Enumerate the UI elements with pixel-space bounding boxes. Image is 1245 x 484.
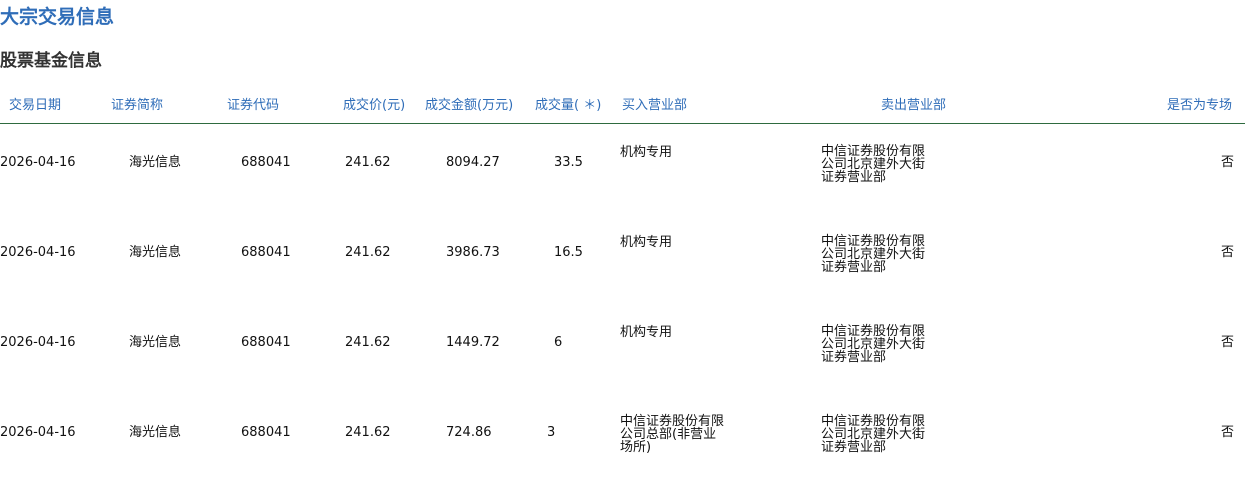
- cell-name: 海光信息: [129, 335, 182, 350]
- cell-seller: 中信证券股份有限公司北京建外大街证券营业部: [821, 414, 926, 455]
- cell-amount: 724.86: [446, 425, 492, 440]
- table-row: 2026-04-16 海光信息 688041 241.62 3986.73 16…: [0, 214, 1245, 304]
- cell-name: 海光信息: [129, 425, 182, 440]
- cell-special: 否: [1221, 245, 1235, 260]
- header-amount[interactable]: 成交金额(万元): [425, 96, 513, 116]
- cell-buyer: 中信证券股份有限公司总部(非营业场所): [620, 414, 725, 455]
- cell-code: 688041: [241, 335, 291, 350]
- cell-amount: 8094.27: [446, 155, 500, 170]
- cell-special: 否: [1221, 335, 1235, 350]
- section-title: 股票基金信息: [0, 51, 102, 71]
- cell-buyer: 机构专用: [620, 235, 673, 250]
- cell-seller: 中信证券股份有限公司北京建外大街证券营业部: [821, 144, 926, 185]
- header-trade-date[interactable]: 交易日期: [9, 96, 61, 116]
- cell-special: 否: [1221, 155, 1235, 170]
- cell-date: 2026-04-16: [0, 155, 76, 170]
- table-header: 交易日期 证券简称 证券代码 成交价(元) 成交金额(万元) 成交量( ＊) 买…: [0, 96, 1245, 124]
- cell-code: 688041: [241, 155, 291, 170]
- table-row: 2026-04-16 海光信息 688041 241.62 724.86 3 中…: [0, 394, 1245, 484]
- cell-name: 海光信息: [129, 245, 182, 260]
- cell-buyer: 机构专用: [620, 325, 673, 340]
- cell-special: 否: [1221, 425, 1235, 440]
- header-volume[interactable]: 成交量( ＊): [535, 96, 601, 116]
- cell-code: 688041: [241, 245, 291, 260]
- header-security-name[interactable]: 证券简称: [111, 96, 163, 116]
- cell-amount: 1449.72: [446, 335, 500, 350]
- cell-price: 241.62: [345, 155, 391, 170]
- cell-volume: 33.5: [554, 155, 583, 170]
- cell-date: 2026-04-16: [0, 335, 76, 350]
- cell-date: 2026-04-16: [0, 245, 76, 260]
- page-title: 大宗交易信息: [0, 6, 115, 28]
- header-special[interactable]: 是否为专场: [1167, 96, 1232, 116]
- cell-seller: 中信证券股份有限公司北京建外大街证券营业部: [821, 234, 926, 275]
- cell-code: 688041: [241, 425, 291, 440]
- cell-volume: 6: [554, 335, 563, 350]
- header-seller[interactable]: 卖出营业部: [881, 96, 946, 116]
- cell-amount: 3986.73: [446, 245, 500, 260]
- cell-name: 海光信息: [129, 155, 182, 170]
- cell-price: 241.62: [345, 335, 391, 350]
- header-security-code[interactable]: 证券代码: [227, 96, 279, 116]
- header-buyer[interactable]: 买入营业部: [622, 96, 687, 116]
- cell-buyer: 机构专用: [620, 145, 673, 160]
- table-row: 2026-04-16 海光信息 688041 241.62 8094.27 33…: [0, 124, 1245, 214]
- cell-seller: 中信证券股份有限公司北京建外大街证券营业部: [821, 324, 926, 365]
- cell-price: 241.62: [345, 425, 391, 440]
- table-row: 2026-04-16 海光信息 688041 241.62 1449.72 6 …: [0, 304, 1245, 394]
- cell-volume: 16.5: [554, 245, 583, 260]
- cell-price: 241.62: [345, 245, 391, 260]
- cell-date: 2026-04-16: [0, 425, 76, 440]
- header-price[interactable]: 成交价(元): [343, 96, 405, 116]
- cell-volume: 3: [547, 425, 556, 440]
